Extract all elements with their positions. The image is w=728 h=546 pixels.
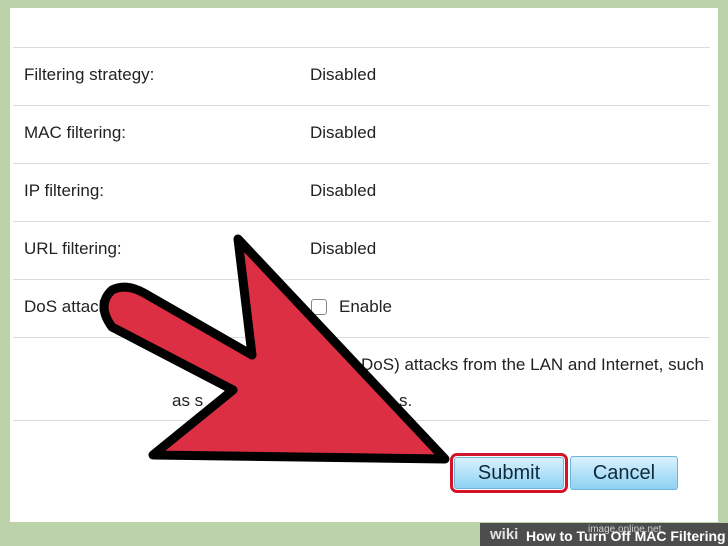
mac-filtering-label: MAC filtering: <box>24 123 127 142</box>
cancel-button[interactable]: Cancel <box>570 456 678 490</box>
row-divider <box>13 163 710 164</box>
row-divider <box>13 105 710 106</box>
row-divider <box>13 47 710 48</box>
row-divider <box>13 221 710 222</box>
filtering-strategy-label: Filtering strategy: <box>24 65 155 84</box>
dos-description-line2-end: s. <box>399 391 413 410</box>
watermark-text: image.online.net <box>588 524 662 535</box>
settings-panel <box>10 8 718 522</box>
filtering-strategy-value: Disabled <box>310 65 377 84</box>
dos-description-line2-start: as s <box>172 391 204 410</box>
row-divider <box>13 420 710 421</box>
dos-description-line1: DoS) attacks from the LAN and Internet, … <box>361 355 704 374</box>
row-divider <box>13 279 710 280</box>
ip-filtering-value: Disabled <box>310 181 377 200</box>
dos-enable-checkbox[interactable] <box>311 299 327 315</box>
dos-attack-label: DoS attack <box>24 297 108 316</box>
row-divider <box>13 337 710 338</box>
mac-filtering-value: Disabled <box>310 123 377 142</box>
url-filtering-label: URL filtering: <box>24 239 122 258</box>
ip-filtering-label: IP filtering: <box>24 181 105 200</box>
url-filtering-value: Disabled <box>310 239 377 258</box>
dos-enable-label: Enable <box>339 297 392 316</box>
wikihow-logo: wiki <box>490 526 519 543</box>
submit-button[interactable]: Submit <box>450 453 568 493</box>
